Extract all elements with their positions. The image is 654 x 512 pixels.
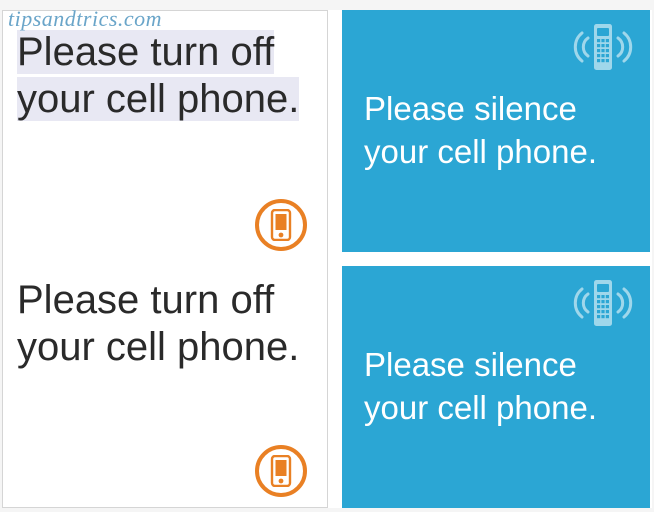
phone-ringing-icon (566, 274, 640, 332)
selected-text: Please turn off your cell phone. (17, 30, 299, 121)
right-column: Please silence your cell phone. (342, 10, 650, 508)
phone-ringing-icon (566, 18, 640, 76)
slides-container: Please turn off your cell phone. Please … (2, 10, 652, 508)
slide-text: Please turn off your cell phone. (17, 29, 309, 123)
slide-silence-2: Please silence your cell phone. (342, 266, 650, 508)
slide-silence-1: Please silence your cell phone. (342, 10, 650, 252)
left-column: Please turn off your cell phone. Please … (2, 10, 328, 508)
slide-turn-off-2: Please turn off your cell phone. (3, 259, 327, 507)
slide-turn-off-1: Please turn off your cell phone. (3, 11, 327, 259)
column-gap (328, 10, 342, 508)
phone-icon (255, 445, 307, 497)
slide-text: Please silence your cell phone. (364, 88, 628, 174)
slide-text: Please silence your cell phone. (364, 344, 628, 430)
phone-icon (255, 199, 307, 251)
slide-text: Please turn off your cell phone. (17, 277, 309, 371)
